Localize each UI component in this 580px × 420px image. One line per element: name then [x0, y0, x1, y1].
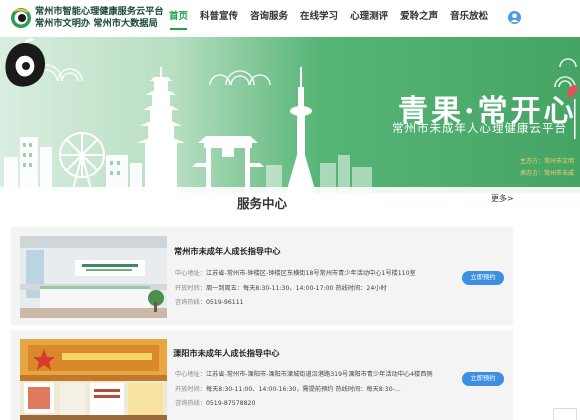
center-phone-row: 咨询热线：0519-87578820: [175, 397, 433, 412]
book-now-button[interactable]: 立即预约: [462, 271, 504, 285]
service-card[interactable]: 常州市未成年人成长指导中心 中心地址：江苏省-常州市-钟楼区-钟楼区东横街18号…: [11, 227, 513, 325]
center-name[interactable]: 溧阳市未成年人成长指导中心: [173, 347, 279, 359]
organizer-undertaker: 承办方：常州市未成: [520, 170, 575, 177]
site-title[interactable]: 常州市智能心理健康服务云平台 常州市文明办 常州市大数据局: [35, 6, 164, 30]
address-label: 中心地址：: [175, 270, 206, 277]
more-link[interactable]: 更多>: [491, 193, 514, 204]
top-header: 常州市智能心理健康服务云平台 常州市文明办 常州市大数据局 首页 科普宣传 咨询…: [0, 0, 580, 37]
book-now-button[interactable]: 立即预约: [462, 372, 504, 386]
scroll-top-icon[interactable]: [553, 408, 577, 420]
center-address-row: 中心地址：江苏省-常州市-钟楼区-钟楼区东横街18号常州市青少年活动中心1号楼1…: [175, 267, 416, 282]
nav-science[interactable]: 科普宣传: [194, 0, 244, 37]
hours-label: 开放时间：: [175, 385, 206, 393]
center-phone-row: 咨询热线：0519-96111: [175, 296, 416, 311]
hours-value: 每天8:30-11:00、14:00-16:30，需提前预约 热线时间：每天8:…: [205, 385, 401, 393]
brand-subtitle: 常州市未成年人心理健康云平台: [392, 121, 567, 135]
hours-label: 开放时间：: [175, 284, 206, 292]
organizer-host: 主办方：常州市文明: [520, 158, 575, 165]
nav-voice[interactable]: 爱聆之声: [394, 0, 444, 37]
section-title: 服务中心: [236, 196, 287, 211]
organizer-info: 主办方：常州市文明 承办方：常州市未成: [520, 156, 574, 180]
hero-banner[interactable]: 青果·常开心 常州市未成年人心理健康云平台 主办方：常州市文明 承办方：常州市未…: [0, 37, 580, 193]
phone-label: 咨询热线：: [175, 299, 206, 306]
address-label: 中心地址：: [175, 371, 206, 378]
phone-value: 0519-96111: [205, 299, 244, 306]
nav-music[interactable]: 音乐放松: [444, 0, 494, 37]
center-address-row: 中心地址：江苏省-常州市-溧阳市-溧阳市溧城街道沿港路319号溧阳市青少年活动中…: [175, 368, 433, 383]
center-hours-row: 开放时间：周一到周五：每天8:30-11:30、14:00-17:00 热线时间…: [175, 282, 416, 297]
service-photo: [20, 339, 167, 420]
phone-label: 咨询热线：: [175, 400, 206, 407]
main-nav: 首页 科普宣传 咨询服务 在线学习 心理测评 爱聆之声 音乐放松: [163, 0, 494, 37]
service-card[interactable]: 溧阳市未成年人成长指导中心 中心地址：江苏省-常州市-溧阳市-溧阳市溧城街道沿港…: [11, 330, 513, 420]
center-hours-row: 开放时间：每天8:30-11:00、14:00-16:30，需提前预约 热线时间…: [175, 383, 433, 398]
address-value: 江苏省-常州市-溧阳市-溧阳市溧城街道沿港路319号溧阳市青少年活动中心4楼西侧: [205, 371, 433, 378]
nav-home[interactable]: 首页: [163, 0, 194, 37]
hours-value: 周一到周五：每天8:30-11:30、14:00-17:00 热线时间：24小时: [205, 284, 387, 292]
center-info: 中心地址：江苏省-常州市-钟楼区-钟楼区东横街18号常州市青少年活动中心1号楼1…: [175, 267, 416, 311]
site-title-line1: 常州市智能心理健康服务云平台: [35, 6, 164, 17]
brand-logo-icon: [5, 38, 46, 87]
nav-learning[interactable]: 在线学习: [294, 0, 344, 37]
address-value: 江苏省-常州市-钟楼区-钟楼区东横街18号常州市青少年活动中心1号楼110室: [205, 270, 416, 277]
service-photo: [20, 236, 167, 318]
nav-consult[interactable]: 咨询服务: [244, 0, 294, 37]
user-avatar-icon[interactable]: [508, 11, 521, 24]
center-name[interactable]: 常州市未成年人成长指导中心: [174, 245, 280, 257]
site-logo-icon[interactable]: [10, 7, 32, 29]
site-title-line2: 常州市文明办 常州市大数据局: [35, 18, 158, 29]
center-info: 中心地址：江苏省-常州市-溧阳市-溧阳市溧城街道沿港路319号溧阳市青少年活动中…: [175, 368, 433, 412]
phone-value: 0519-87578820: [205, 400, 256, 407]
nav-assessment[interactable]: 心理测评: [344, 0, 394, 37]
